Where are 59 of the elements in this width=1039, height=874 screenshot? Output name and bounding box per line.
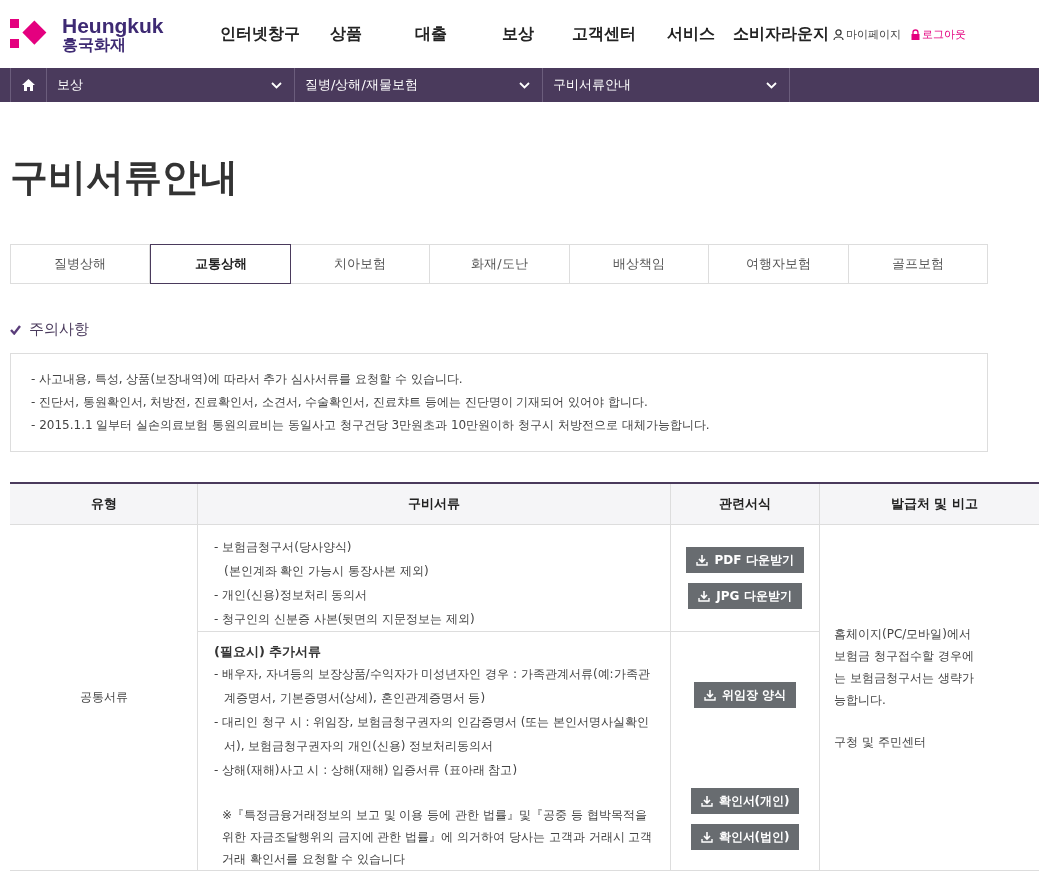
- logo-name-korean: 흥국화재: [62, 36, 126, 54]
- user-link[interactable]: 마이페이지: [833, 26, 901, 42]
- download-button[interactable]: JPG 다운받기: [688, 583, 802, 609]
- nav-link[interactable]: 인터넷창구: [220, 23, 330, 45]
- category-tab[interactable]: 치아보험: [290, 244, 431, 284]
- notice-text: - 2015.1.1 일부터 실손의료보험 통원의료비는 동일사고 청구건당 3만원초과 10만원이하 청구시 처방전으로 대체가능합니다.: [31, 417, 711, 434]
- download-icon: [703, 689, 716, 701]
- document-item: - 대리인 청구 시 : 위임장, 보험금청구권자의 인감증명서 (또는 본인서명사실확인서), 보험금청구권자의 개인(신용) 정보처리동의서: [214, 714, 651, 755]
- download-button[interactable]: 확인서(법인): [690, 824, 800, 850]
- chevron-down-icon: [766, 81, 777, 89]
- nav-link[interactable]: 소비자라운지: [733, 23, 829, 45]
- logo-name: Heungkuk: [62, 14, 164, 37]
- category-tab[interactable]: 질병상해: [10, 244, 151, 284]
- document-item: - 개인(신용)정보처리 동의서: [214, 587, 369, 604]
- lock-icon: [911, 28, 920, 40]
- document-item: - 배우자, 자녀등의 보장상품/수익자가 미성년자인 경우 : 가족관계서류(예:가족관계증명서, 기본증명서(상세), 혼인관계증명서 등): [214, 666, 651, 707]
- row-heading: (필요시) 추가서류: [214, 643, 323, 661]
- nav-link[interactable]: 상품: [330, 23, 415, 45]
- nav-link[interactable]: 대출: [415, 23, 502, 45]
- column-header: 관련서식: [670, 483, 820, 525]
- category-tab[interactable]: 교통상해: [150, 244, 291, 284]
- download-button[interactable]: 확인서(개인): [690, 788, 800, 814]
- nav-link[interactable]: 보상: [502, 23, 572, 45]
- person-icon: [833, 28, 844, 40]
- download-button[interactable]: 위임장 양식: [693, 682, 797, 708]
- category-tab[interactable]: 화재/도난: [430, 244, 570, 284]
- category-tab[interactable]: 여행자보험: [709, 244, 849, 284]
- document-item: - 보험금청구서(당사양식): [214, 539, 353, 556]
- breadcrumb-dropdown[interactable]: 보상: [46, 68, 294, 102]
- breadcrumb-dropdown[interactable]: 질병/상해/재물보험: [294, 68, 542, 102]
- chevron-down-icon: [519, 81, 530, 89]
- column-header: 발급처 및 비고: [819, 483, 1039, 525]
- column-header: 유형: [10, 483, 198, 525]
- nav-link[interactable]: 고객센터: [572, 23, 667, 45]
- download-icon: [700, 831, 713, 843]
- user-link[interactable]: 로그아웃: [911, 26, 966, 42]
- chevron-down-icon: [271, 81, 282, 89]
- breadcrumb-dropdown[interactable]: 구비서류안내: [542, 68, 790, 102]
- category-tab[interactable]: 배상책임: [569, 244, 710, 284]
- download-icon: [696, 554, 709, 566]
- notice-text: - 사고내용, 특성, 상품(보장내역)에 따라서 추가 심사서류를 요청할 수 있습니다.: [31, 371, 464, 388]
- column-header: 구비서류: [197, 483, 671, 525]
- download-icon: [698, 590, 711, 602]
- table-cell: 공통서류: [10, 524, 198, 871]
- check-icon: [10, 324, 21, 335]
- remark-text: 홈체이지(PC/모바일)에서 보험금 청구접수할 경우에는 보험금청구서는 생략가능합니다.: [834, 625, 975, 709]
- document-item: - 청구인의 신분증 사본(뒷면의 지문정보는 제외): [214, 611, 476, 628]
- home-icon: [22, 79, 35, 91]
- category-tab[interactable]: 골프보험: [848, 244, 988, 284]
- notice-text: - 진단서, 통원확인서, 처방전, 진료확인서, 소견서, 수술확인서, 진료챠트 등에는 진단명이 기재되어 있어야 합니다.: [31, 394, 649, 411]
- document-item: - 상해(재해)사고 시 : 상해(재해) 입증서류 (표아래 참고): [214, 762, 519, 779]
- nav-link[interactable]: 서비스: [667, 23, 733, 45]
- footnote-text: ※『특정금융거래정보의 보고 및 이용 등에 관한 법률』및『공중 등 협박목적을 위한 자금조달행위의 금지에 관한 법률』에 의거하여 당사는 고객과 거래시 고객 거래 확인서를 요청할 수 있습니다: [221, 807, 654, 868]
- download-button[interactable]: PDF 다운받기: [686, 547, 804, 573]
- download-icon: [700, 795, 713, 807]
- remark-text: 구청 및 주민센터: [834, 733, 927, 751]
- section-title: 주의사항: [29, 320, 89, 339]
- page-title: 구비서류안내: [10, 154, 239, 201]
- document-item: (본인계좌 확인 가능시 통장사본 제외): [223, 563, 430, 580]
